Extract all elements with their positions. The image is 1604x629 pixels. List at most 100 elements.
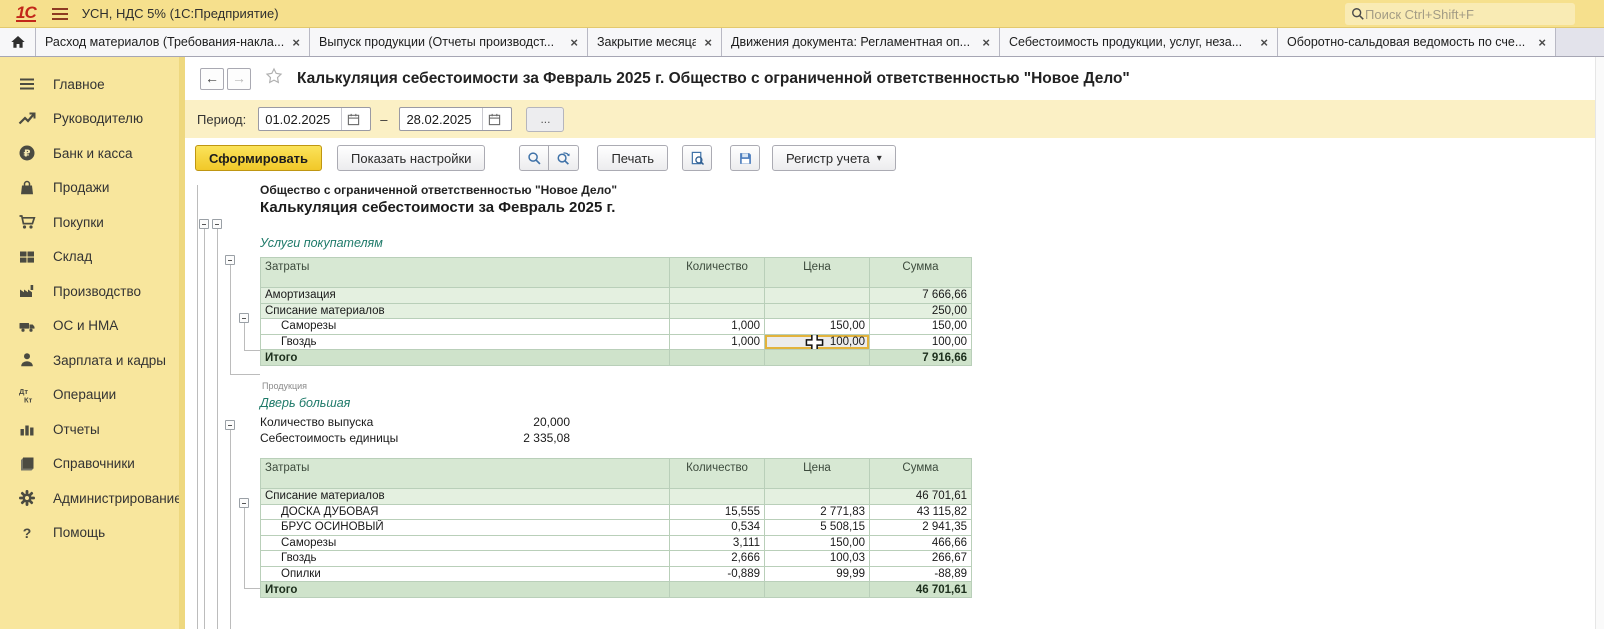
- tree-line: [244, 508, 245, 588]
- global-search[interactable]: [1345, 3, 1575, 25]
- main-menu-icon[interactable]: [52, 8, 68, 20]
- group-collapse-button[interactable]: [239, 498, 249, 508]
- stat-value: 20,000: [445, 415, 570, 429]
- stat-label: Количество выпуска: [260, 415, 373, 429]
- tab-vypusk-produkcii[interactable]: Выпуск продукции (Отчеты производст... ×: [310, 28, 588, 56]
- close-icon[interactable]: ×: [1538, 35, 1546, 50]
- table-row[interactable]: Гвоздь 1,000 100,00 100,00: [261, 334, 972, 350]
- factory-icon: [18, 282, 36, 300]
- group-collapse-button[interactable]: [225, 255, 235, 265]
- main-panel: ← → Калькуляция себестоимости за Февраль…: [185, 57, 1604, 629]
- print-preview-button[interactable]: [682, 145, 712, 171]
- period-label: Период:: [197, 112, 246, 127]
- table-row[interactable]: Опилки -0,889 99,99 -88,89: [261, 566, 972, 582]
- table-total-row[interactable]: Итого 46 701,61: [261, 582, 972, 598]
- close-icon[interactable]: ×: [704, 35, 712, 50]
- back-button[interactable]: ←: [200, 68, 224, 90]
- tab-bar: Расход материалов (Требования-накла... ×…: [0, 28, 1604, 57]
- search-refresh-icon: [556, 151, 571, 166]
- sidebar-item-pomosch[interactable]: ? Помощь: [0, 516, 185, 551]
- print-button[interactable]: Печать: [597, 145, 668, 171]
- period-more-button[interactable]: ...: [526, 107, 564, 132]
- cart-icon: [18, 213, 36, 231]
- ruble-icon: ₽: [18, 144, 36, 162]
- home-tab[interactable]: [0, 28, 36, 56]
- sidebar-item-os-i-nma[interactable]: ОС и НМА: [0, 309, 185, 344]
- find-button[interactable]: [519, 145, 549, 171]
- period-dash: –: [380, 112, 387, 127]
- report-title: Калькуляция себестоимости за Февраль 202…: [260, 199, 615, 216]
- save-button[interactable]: [730, 145, 760, 171]
- vertical-scrollbar[interactable]: [1595, 57, 1604, 629]
- tab-zakrytie-mesyaca[interactable]: Закрытие месяца ×: [588, 28, 722, 56]
- search-input[interactable]: [1365, 7, 1555, 22]
- tab-dvizheniya-dokumenta[interactable]: Движения документа: Регламентная оп... ×: [722, 28, 1000, 56]
- calendar-icon[interactable]: [341, 108, 365, 130]
- period-from-field[interactable]: [258, 107, 371, 131]
- group-collapse-button[interactable]: [212, 219, 222, 229]
- sidebar-item-administrirovanie[interactable]: Администрирование: [0, 481, 185, 516]
- form-header: ← → Калькуляция себестоимости за Февраль…: [185, 57, 1604, 100]
- table-row[interactable]: Списание материалов 46 701,61: [261, 489, 972, 505]
- help-icon: ?: [18, 524, 36, 542]
- close-icon[interactable]: ×: [292, 35, 300, 50]
- close-icon[interactable]: ×: [1260, 35, 1268, 50]
- books-icon: [18, 455, 36, 473]
- register-menu-button[interactable]: Регистр учета ▾: [772, 145, 896, 171]
- sidebar-item-rukovoditelyu[interactable]: Руководителю: [0, 102, 185, 137]
- table-row[interactable]: ДОСКА ДУБОВАЯ 15,555 2 771,83 43 115,82: [261, 504, 972, 520]
- services-table: Затраты Количество Цена Сумма Амортизаци…: [260, 257, 972, 366]
- sidebar-item-pokupki[interactable]: Покупки: [0, 205, 185, 240]
- table-row[interactable]: БРУС ОСИНОВЫЙ 0,534 5 508,15 2 941,35: [261, 520, 972, 536]
- sidebar-item-prodazhi[interactable]: Продажи: [0, 171, 185, 206]
- sidebar-item-spravochniki[interactable]: Справочники: [0, 447, 185, 482]
- app-titlebar: 1С УСН, НДС 5% (1С:Предприятие): [0, 0, 1604, 28]
- stat-label: Себестоимость единицы: [260, 431, 398, 445]
- tab-sebestoimost[interactable]: Себестоимость продукции, услуг, неза... …: [1000, 28, 1278, 56]
- search-icon: [527, 151, 542, 166]
- window-title: УСН, НДС 5% (1С:Предприятие): [82, 6, 279, 21]
- show-settings-button[interactable]: Показать настройки: [337, 145, 485, 171]
- forward-button[interactable]: →: [227, 68, 251, 90]
- production-table: Затраты Количество Цена Сумма Списание м…: [260, 458, 972, 598]
- sidebar-item-glavnoe[interactable]: Главное: [0, 67, 185, 102]
- table-row[interactable]: Списание материалов 250,00: [261, 303, 972, 319]
- sidebar-item-sklad[interactable]: Склад: [0, 240, 185, 275]
- period-to-input[interactable]: [400, 112, 482, 127]
- tree-line: [244, 588, 260, 589]
- tab-rashod-materialov[interactable]: Расход материалов (Требования-накла... ×: [36, 28, 310, 56]
- tab-osv[interactable]: Оборотно-сальдовая ведомость по сче... ×: [1278, 28, 1556, 56]
- favorite-star-icon[interactable]: [265, 67, 283, 90]
- table-header-row: Затраты Количество Цена Сумма: [261, 258, 972, 288]
- group-label-production: Продукция: [262, 381, 307, 391]
- group-collapse-button[interactable]: [239, 313, 249, 323]
- stat-value: 2 335,08: [445, 431, 570, 445]
- sidebar-item-proizvodstvo[interactable]: Производство: [0, 274, 185, 309]
- sidebar-item-zarplata-i-kadry[interactable]: Зарплата и кадры: [0, 343, 185, 378]
- period-from-input[interactable]: [259, 112, 341, 127]
- period-to-field[interactable]: [399, 107, 512, 131]
- find-next-button[interactable]: [549, 145, 579, 171]
- page-title: Калькуляция себестоимости за Февраль 202…: [297, 70, 1130, 88]
- close-icon[interactable]: ×: [570, 35, 578, 50]
- sidebar-item-otchety[interactable]: Отчеты: [0, 412, 185, 447]
- table-row[interactable]: Гвоздь 2,666 100,03 266,67: [261, 551, 972, 567]
- gear-icon: [18, 489, 36, 507]
- group-collapse-button[interactable]: [225, 420, 235, 430]
- table-row[interactable]: Саморезы 3,111 150,00 466,66: [261, 535, 972, 551]
- calendar-icon[interactable]: [482, 108, 506, 130]
- report-toolbar: Сформировать Показать настройки Печать Р…: [185, 138, 1604, 178]
- generate-button[interactable]: Сформировать: [195, 145, 322, 171]
- truck-icon: [18, 317, 36, 335]
- table-row[interactable]: Саморезы 1,000 150,00 150,00: [261, 319, 972, 335]
- tree-line: [230, 430, 231, 629]
- group-collapse-button[interactable]: [199, 219, 209, 229]
- selected-cell[interactable]: 100,00: [765, 334, 870, 350]
- close-icon[interactable]: ×: [982, 35, 990, 50]
- sidebar-item-operacii[interactable]: ДтКт Операции: [0, 378, 185, 413]
- sidebar-item-bank-i-kassa[interactable]: ₽ Банк и касса: [0, 136, 185, 171]
- table-row[interactable]: Амортизация 7 666,66: [261, 288, 972, 304]
- table-total-row[interactable]: Итого 7 916,66: [261, 350, 972, 366]
- period-row: Период: – ...: [185, 100, 1596, 138]
- warehouse-icon: [18, 248, 36, 266]
